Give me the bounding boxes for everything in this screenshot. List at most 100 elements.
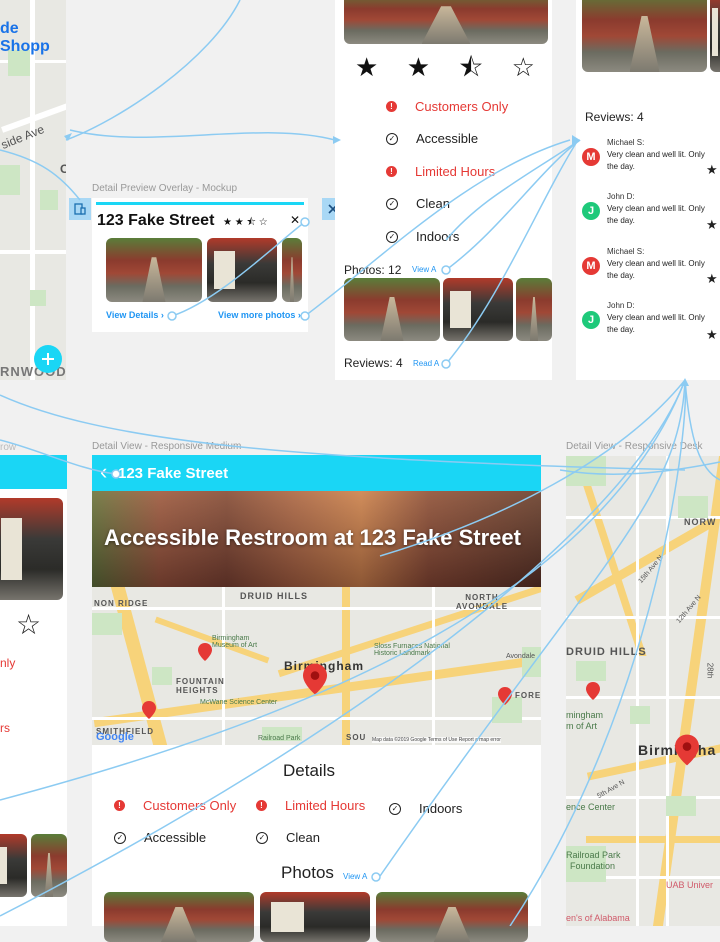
map-label: FOUNTAIN HEIGHTS [176,677,225,695]
star-empty-icon: ☆ [511,52,535,82]
reviews-hero-photo [582,0,707,72]
back-button[interactable]: ‹ [100,459,107,485]
view-more-photos-link[interactable]: View more photos › [218,310,301,320]
map-label: UAB Univer [666,880,714,890]
detail-medium-photo[interactable] [104,892,254,942]
detail-desktop-map[interactable]: NORW DRUID HILLS Birmingha mingham m of … [566,456,720,926]
view-details-label: View Details [106,310,159,320]
reviews-hero-photo [710,0,720,72]
device-link-handle[interactable] [69,198,91,220]
map-label: mingham [566,710,604,720]
detail-medium-artboard: ‹ 123 Fake Street Accessible Restroom at… [92,455,541,942]
map-pin-icon[interactable] [498,687,512,705]
photos-heading: Photos [281,863,334,882]
map-label: Avondale [506,653,536,660]
map-label: DRUID HILLS [566,646,647,658]
check-icon: ✓ [386,197,398,210]
feature-label: Clean [286,830,320,845]
avatar: M [582,148,600,166]
detail-small-rating: ★ ★ ⯪ ☆ [355,54,535,80]
detail-small-artboard: ★ ★ ⯪ ☆ ! Customers Only ✓ Accessible ! … [335,0,552,380]
feature-fragment: nly [0,656,16,670]
check-icon: ✓ [256,831,268,844]
map-pin-icon[interactable] [586,682,600,700]
map-footer[interactable]: Map data ©2019 Google Terms of Use Repor… [372,737,501,743]
map-pin-selected-icon[interactable] [675,734,699,766]
reviews-panel-artboard: Reviews: 4 M Michael S: Very clean and w… [576,0,720,380]
read-all-reviews-link[interactable]: Read A [413,359,439,368]
hero-banner: Accessible Restroom at 123 Fake Street [92,491,541,587]
feature-row: ! Customers Only [386,99,508,114]
feature-row: ✓ Clean [256,830,320,845]
plus-icon [42,353,54,365]
map-pin-icon[interactable] [198,643,212,661]
avatar: M [582,257,600,275]
map-label: en's of Alabama [566,913,630,923]
review-text: Very clean and well lit. Only [607,259,705,268]
avatar: J [582,311,600,329]
feature-row: ! Limited Hours [256,798,365,813]
map-label: SOU [346,733,367,742]
chevron-right-icon: › [297,310,301,320]
detail-small-photo[interactable] [344,278,440,341]
review-text: the day. [607,216,635,225]
map-label: m of Art [566,721,598,731]
left-map[interactable]: de Shopp side Ave C RNWOOD [0,0,66,380]
detail-medium-map[interactable]: DRUID HILLS NON RIDGE NORTH AVONDALE Bir… [92,587,541,745]
left-fragment-photo [0,834,27,897]
preview-photo[interactable] [207,238,277,302]
preview-photo[interactable] [282,238,302,302]
review-text: the day. [607,325,635,334]
view-all-photos-link[interactable]: View A [343,872,367,881]
check-icon: ✓ [114,831,126,844]
preview-overlay-caption: Detail Preview Overlay - Mockup [92,183,238,194]
feature-label: Limited Hours [285,798,366,813]
review-text: Very clean and well lit. Only [607,313,705,322]
feature-row: ! Customers Only [114,798,236,813]
view-details-link[interactable]: View Details › [106,310,164,320]
map-label: NORTH AVONDALE [455,593,509,611]
star-empty-icon: ☆ [16,609,42,640]
left-fragment-photo [0,498,63,600]
detail-small-photo[interactable] [443,278,513,341]
map-label: Foundation [570,861,616,871]
reviewer-name: John D: [607,301,635,310]
detail-small-photo[interactable] [516,278,552,341]
detail-medium-photo[interactable] [260,892,370,942]
check-icon: ✓ [386,230,398,243]
map-label: Birmingham Museum of Art [212,635,258,649]
map-label: Railroad Park [566,850,621,860]
star-icon: ★ [706,162,718,177]
feature-label: Limited Hours [415,164,496,179]
left-fragment-photo [31,834,67,897]
feature-label: Accessible [144,830,207,845]
preview-rating: ★ ★ ⯪ ☆ [223,217,268,228]
chevron-right-icon: › [160,310,164,320]
feature-label: Indoors [419,801,463,816]
feature-row: ! Limited Hours [386,164,495,179]
avatar: J [582,202,600,220]
left-fragment-artboard: ☆ nly rs [0,455,67,926]
google-logo: Google [96,731,134,743]
map-label: Railroad Park [258,735,301,742]
view-all-photos-link[interactable]: View A [412,265,436,274]
alert-icon: ! [386,166,397,177]
feature-label: Accessible [416,131,479,146]
header-title: 123 Fake Street [118,465,229,482]
fab-add-button[interactable] [34,345,62,373]
preview-address: 123 Fake Street [97,212,215,229]
map-label: ence Center [566,802,616,812]
preview-photo[interactable] [106,238,202,302]
map-label: McWane Science Center [200,699,278,706]
feature-row: ✓ Clean [386,196,450,211]
star-icon: ★ [406,52,431,82]
review-text: the day. [607,162,635,171]
check-icon: ✓ [389,802,401,815]
detail-medium-photo[interactable] [376,892,528,942]
map-pin-icon[interactable] [142,701,156,719]
detail-small-hero-photo [344,0,548,44]
map-pin-selected-icon[interactable] [303,663,327,695]
star-icon: ★ [706,217,718,232]
star-icon: ★ [355,52,379,82]
preview-close-button[interactable]: ✕ [290,213,300,227]
